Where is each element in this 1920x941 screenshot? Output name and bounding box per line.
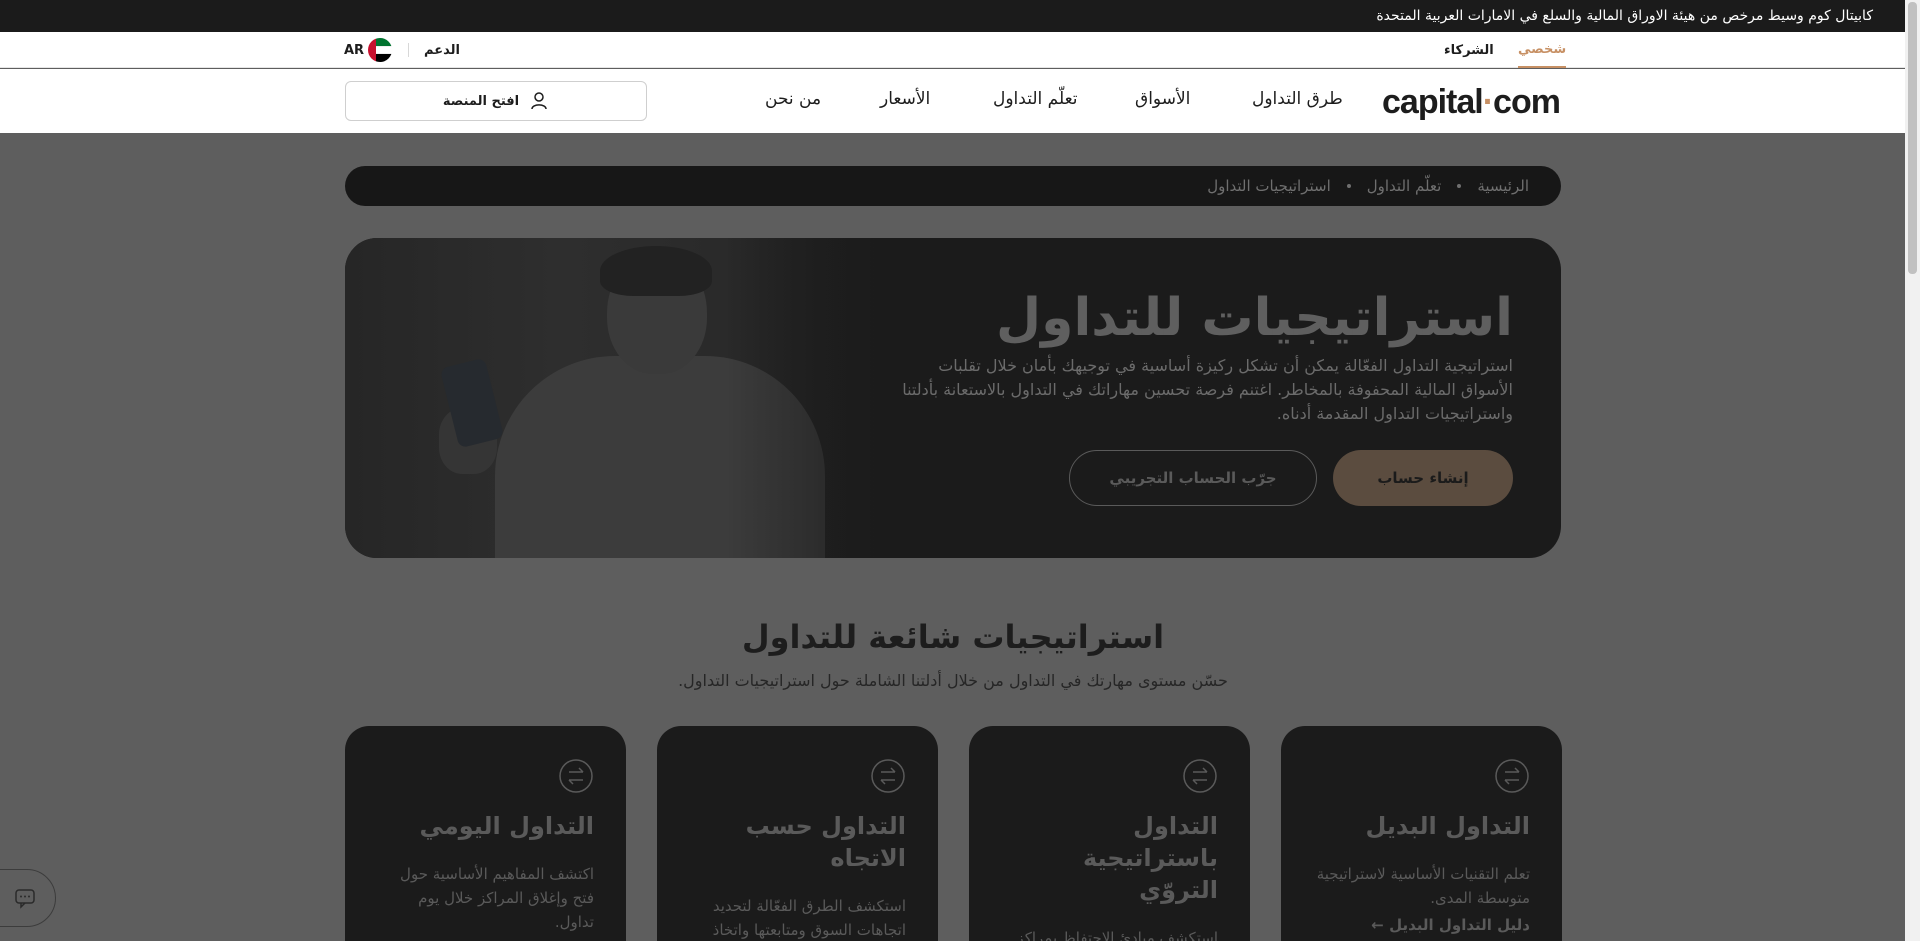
audience-nav: شخصي الشركاء الدعم AR [0,32,1905,68]
hero-banner: استراتيجيات للتداول استراتيجية التداول ا… [345,238,1561,558]
card-link-label: دليل التداول البديل [1389,916,1530,934]
logo-text-main: capital [1382,83,1484,121]
regulatory-banner-text: كابيتال كوم وسيط مرخص من هيئة الاوراق ال… [1376,8,1873,24]
tab-partners[interactable]: الشركاء [1444,32,1494,68]
page-scrollbar[interactable] [1905,0,1920,941]
language-selector[interactable]: AR [344,38,393,62]
language-code: AR [344,42,365,58]
breadcrumb-separator [1457,184,1462,188]
section-subtitle: حسّن مستوى مهارتك في التداول من خلال أدل… [678,671,1228,690]
chat-button[interactable] [0,869,56,927]
breadcrumb-separator [1346,184,1351,188]
divider [408,43,409,57]
logo[interactable]: capital·com [1382,83,1561,122]
section-title: استراتيجيات شائعة للتداول [741,618,1165,656]
exchange-arrows-icon [1183,759,1217,793]
try-demo-button[interactable]: جرّب الحساب التجريبي [1069,450,1317,506]
scrollbar-thumb[interactable] [1908,2,1917,274]
nav-trading-ways[interactable]: طرق التداول [1252,89,1343,109]
card-text: استكشف الطرق الفعّالة لتحديد اتجاهات الس… [712,897,906,939]
card-link[interactable]: دليل التداول البديل ← [1313,916,1530,934]
tab-personal[interactable]: شخصي [1518,32,1567,68]
strategy-card[interactable]: التداول حسب الاتجاه استكشف الطرق الفعّال… [657,726,938,941]
strategy-card[interactable]: التداول اليومي اكتشف المفاهيم الأساسية ح… [345,726,626,941]
hero-description: استراتيجية التداول الفعّالة يمكن أن تشكل… [902,356,1513,423]
open-platform-label: افتح المنصة [442,93,520,109]
uae-flag-icon [368,38,393,62]
hero-title: استراتيجيات للتداول [996,288,1513,348]
exchange-arrows-icon [871,759,905,793]
create-account-button[interactable]: إنشاء حساب [1333,450,1513,506]
nav-about-us[interactable]: من نحن [765,89,821,109]
card-text: استكشف مبادئ الاحتفاظ بمراكز طويلة الأمد… [1016,929,1218,941]
main-nav: capital·com طرق التداول الأسواق تعلّم ال… [0,69,1905,133]
logo-dot: · [1482,83,1494,121]
card-title: التداول باستراتيجية التروّي [1082,812,1218,904]
exchange-arrows-icon [559,759,593,793]
nav-markets[interactable]: الأسواق [1135,89,1190,109]
support-link[interactable]: الدعم [424,32,460,68]
nav-learn-trading[interactable]: تعلّم التداول [993,89,1078,109]
breadcrumb-current: استراتيجيات التداول [1207,177,1331,195]
exchange-arrows-icon [1495,759,1529,793]
regulatory-banner: كابيتال كوم وسيط مرخص من هيئة الاوراق ال… [0,0,1905,32]
nav-prices[interactable]: الأسعار [880,89,930,109]
card-title: التداول حسب الاتجاه [745,812,906,872]
breadcrumb-home[interactable]: الرئيسية [1477,177,1529,195]
chat-bubble-icon [15,889,35,909]
breadcrumb: الرئيسية تعلّم التداول استراتيجيات التدا… [345,166,1561,206]
open-platform-button[interactable]: افتح المنصة [345,81,647,121]
card-text: تعلم التقنيات الأساسية لاستراتيجية متوسط… [1316,865,1530,907]
arrow-left-icon: ← [1371,916,1384,934]
strategy-card[interactable]: التداول البديل تعلم التقنيات الأساسية لا… [1281,726,1562,941]
card-text: اكتشف المفاهيم الأساسية حول فتح وإغلاق ا… [400,865,594,931]
strategy-card[interactable]: التداول باستراتيجية التروّي استكشف مبادئ… [969,726,1250,941]
card-title: التداول البديل [1365,812,1530,840]
logo-text-end: com [1493,83,1561,121]
user-icon [531,92,547,110]
breadcrumb-learn[interactable]: تعلّم التداول [1367,177,1442,195]
card-title: التداول اليومي [419,812,594,840]
page-content: الرئيسية تعلّم التداول استراتيجيات التدا… [0,133,1905,941]
